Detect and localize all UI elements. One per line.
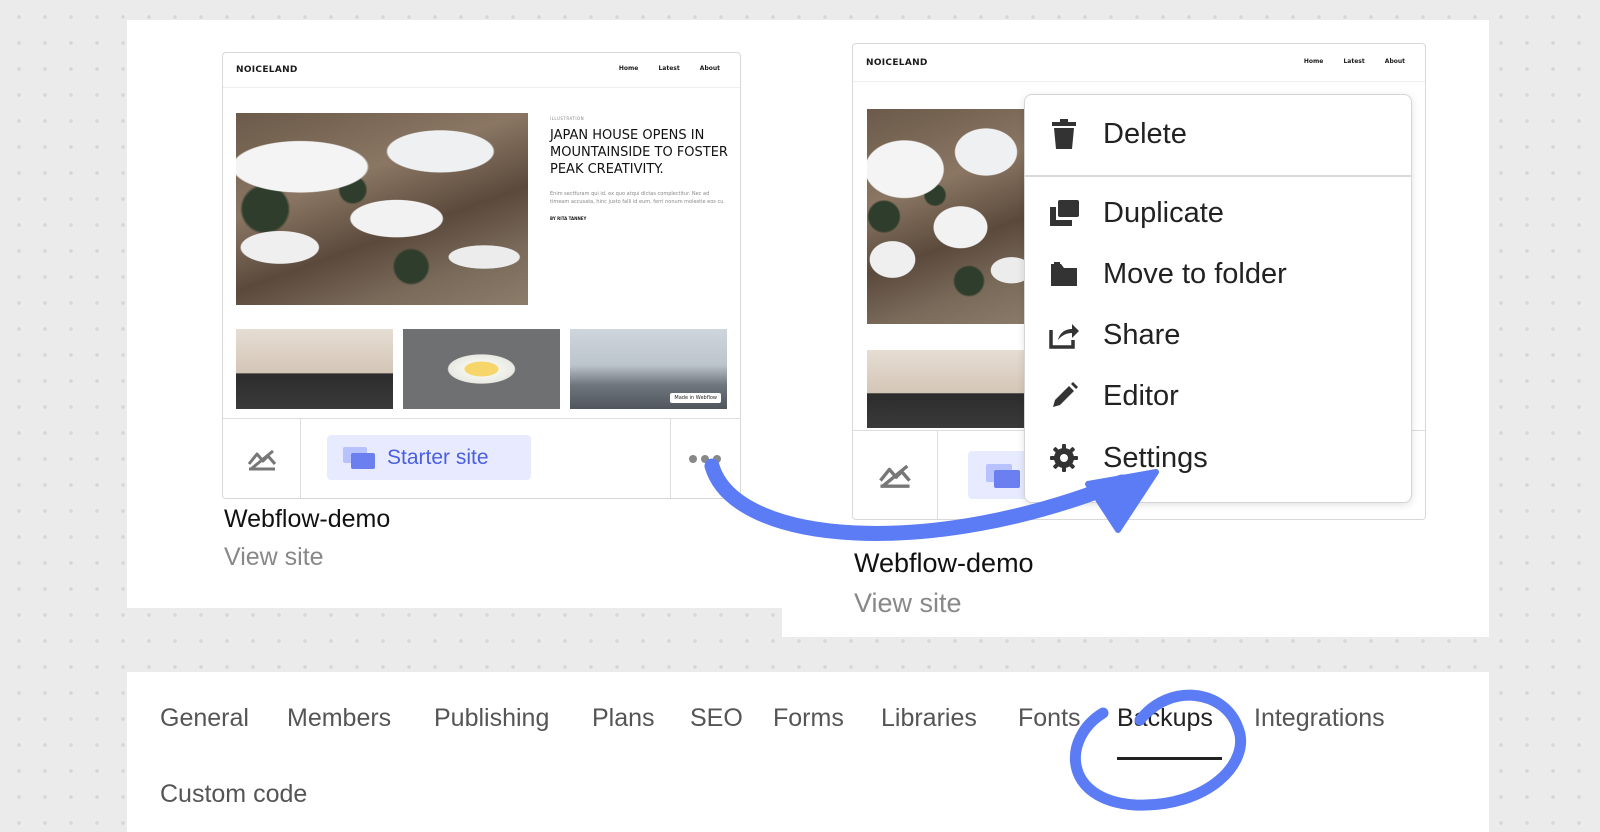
preview-author: BY RITA TANNEY <box>550 216 587 221</box>
toolbar-divider <box>300 419 301 498</box>
preview-links: Home Latest About <box>1286 58 1405 65</box>
preview-link-home: Home <box>618 65 639 72</box>
menu-item-label: Editor <box>1103 379 1179 412</box>
made-in-webflow-badge: Made in Webflow <box>670 393 721 403</box>
preview-logo: NOICELAND <box>236 65 298 75</box>
menu-item-label: Move to folder <box>1103 257 1287 290</box>
preview-article: ILLUSTRATION JAPAN HOUSE OPENS IN MOUNTA… <box>550 116 728 221</box>
tab-members[interactable]: Members <box>287 704 391 733</box>
ellipsis-icon <box>689 454 721 463</box>
menu-item-editor[interactable]: Editor <box>1025 371 1411 421</box>
view-site-link[interactable]: View site <box>854 588 962 619</box>
tab-seo[interactable]: SEO <box>690 704 743 733</box>
preview-kicker: ILLUSTRATION <box>550 116 585 121</box>
unpublished-icon <box>247 449 276 470</box>
preview-logo: NOICELAND <box>866 58 928 68</box>
view-site-link[interactable]: View site <box>224 543 324 572</box>
more-options-button[interactable] <box>670 419 740 498</box>
site-thumbnail[interactable]: NOICELAND Home Latest About ILLUSTRATION… <box>222 52 741 499</box>
preview-link-about: About <box>699 65 720 72</box>
active-tab-indicator <box>1117 757 1222 760</box>
menu-item-label: Share <box>1103 318 1181 351</box>
preview-thumb-coast: Made in Webflow <box>570 329 727 409</box>
layers-icon <box>343 446 377 469</box>
menu-item-duplicate[interactable]: Duplicate <box>1025 188 1411 238</box>
preview-nav: NOICELAND Home Latest About <box>853 44 1425 82</box>
preview-thumb-city <box>236 329 393 409</box>
menu-item-move-to-folder[interactable]: Move to folder <box>1025 249 1411 299</box>
tab-plans[interactable]: Plans <box>592 704 655 733</box>
site-context-menu: Delete Duplicate Move to folder Share Ed… <box>1024 94 1412 503</box>
tab-custom-code[interactable]: Custom code <box>160 780 307 809</box>
pencil-icon <box>1047 379 1081 413</box>
duplicate-icon <box>1047 196 1081 230</box>
unpublished-icon <box>879 464 911 488</box>
preview-nav: NOICELAND Home Latest About <box>223 53 740 88</box>
unpublished-status-button[interactable] <box>223 419 300 498</box>
site-name[interactable]: Webflow-demo <box>854 548 1034 579</box>
preview-link-home: Home <box>1303 58 1324 65</box>
site-card-left: NOICELAND Home Latest About ILLUSTRATION… <box>127 20 782 608</box>
menu-item-settings[interactable]: Settings <box>1025 433 1411 483</box>
settings-tabs-panel <box>127 672 1489 832</box>
tab-libraries[interactable]: Libraries <box>881 704 977 733</box>
menu-item-label: Duplicate <box>1103 196 1224 229</box>
preview-headline: JAPAN HOUSE OPENS IN MOUNTAINSIDE TO FOS… <box>550 128 728 177</box>
unpublished-status-button[interactable] <box>853 431 937 519</box>
tab-integrations[interactable]: Integrations <box>1254 704 1385 733</box>
menu-item-label: Settings <box>1103 441 1208 474</box>
preview-thumb-food <box>403 329 560 409</box>
menu-item-label: Delete <box>1103 117 1187 150</box>
folder-icon <box>1047 257 1081 291</box>
preview-link-latest: Latest <box>1343 58 1365 65</box>
starter-site-badge[interactable] <box>968 451 1028 499</box>
preview-body: Enim sectfuram qui id, ex quo atqui dict… <box>550 191 726 205</box>
toolbar-divider <box>937 431 938 519</box>
preview-link-about: About <box>1384 58 1405 65</box>
starter-site-badge[interactable]: Starter site <box>327 435 531 480</box>
card-toolbar: Starter site <box>223 418 740 498</box>
tab-fonts[interactable]: Fonts <box>1018 704 1081 733</box>
layers-icon <box>986 464 1020 488</box>
menu-item-share[interactable]: Share <box>1025 310 1411 360</box>
preview-link-latest: Latest <box>658 65 680 72</box>
preview-links: Home Latest About <box>601 65 720 72</box>
preview-thumb-city <box>867 350 1037 428</box>
preview-hero-image <box>236 113 528 305</box>
trash-icon <box>1047 117 1081 151</box>
tab-backups[interactable]: Backups <box>1117 704 1213 733</box>
tab-general[interactable]: General <box>160 704 249 733</box>
menu-item-delete[interactable]: Delete <box>1025 109 1411 159</box>
menu-divider <box>1025 175 1411 177</box>
gear-icon <box>1047 441 1081 475</box>
site-name[interactable]: Webflow-demo <box>224 505 390 534</box>
tab-publishing[interactable]: Publishing <box>434 704 549 733</box>
tab-forms[interactable]: Forms <box>773 704 844 733</box>
starter-site-label: Starter site <box>387 445 489 469</box>
share-icon <box>1047 318 1081 352</box>
preview-hero-image <box>867 109 1037 324</box>
